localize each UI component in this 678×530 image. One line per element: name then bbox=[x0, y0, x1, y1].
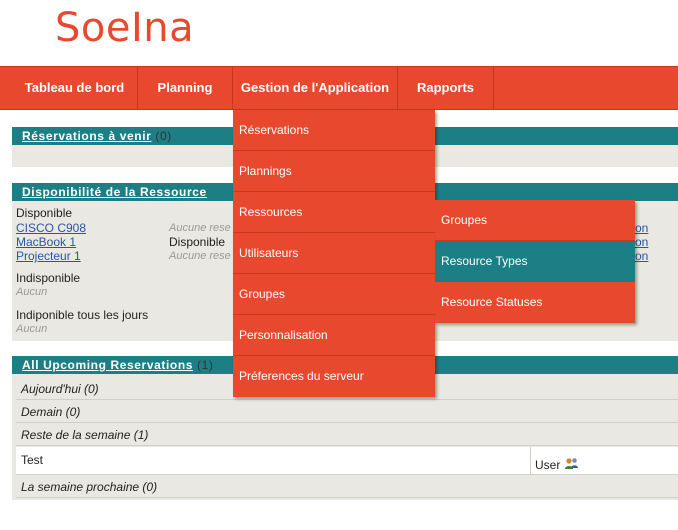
nav-dashboard[interactable]: Tableau de bord bbox=[12, 67, 138, 109]
app-management-dropdown: Réservations Plannings Ressources Utilis… bbox=[233, 110, 435, 397]
resource-right-link-3[interactable]: on bbox=[635, 249, 648, 263]
upcoming-row-next-week: La semaine prochaine (0) bbox=[16, 476, 678, 498]
available-label: Disponible bbox=[16, 206, 73, 220]
upcoming-row-tomorrow: Demain (0) bbox=[16, 401, 678, 423]
upcoming-row-rest-of-week: Reste de la semaine (1) bbox=[16, 424, 678, 446]
reservation-user-label: User bbox=[535, 458, 561, 472]
submenu-item-groups[interactable]: Groupes bbox=[435, 200, 635, 241]
menu-item-groups[interactable]: Groupes bbox=[233, 274, 435, 315]
row-divider bbox=[530, 447, 531, 475]
upcoming-reservations-title[interactable]: Réservations à venir bbox=[22, 129, 151, 143]
all-day-label: Indiponible tous les jours bbox=[16, 308, 149, 322]
main-nav: Tableau de bord Planning Gestion de l'Ap… bbox=[0, 66, 678, 110]
nav-app-management[interactable]: Gestion de l'Application bbox=[233, 67, 398, 109]
reservation-user: User bbox=[535, 457, 579, 472]
users-icon bbox=[564, 458, 579, 472]
resource-note-2: Disponible bbox=[169, 235, 226, 249]
unavailable-value: Aucun bbox=[16, 286, 48, 298]
resources-submenu: Groupes Resource Types Resource Statuses bbox=[435, 200, 635, 323]
resource-right-link-1[interactable]: on bbox=[635, 221, 648, 235]
menu-item-users[interactable]: Utilisateurs bbox=[233, 233, 435, 274]
submenu-item-resource-statuses[interactable]: Resource Statuses bbox=[435, 282, 635, 323]
unavailable-label: Indisponible bbox=[16, 271, 81, 285]
menu-item-reservations[interactable]: Réservations bbox=[233, 110, 435, 151]
menu-item-resources[interactable]: Ressources bbox=[233, 192, 435, 233]
nav-reports[interactable]: Rapports bbox=[398, 67, 494, 109]
resource-note-1: Aucune rese bbox=[169, 222, 231, 234]
resource-link-projector[interactable]: Projecteur 1 bbox=[16, 249, 81, 263]
app-logo[interactable]: SoeIna bbox=[55, 4, 194, 52]
resource-right-link-2[interactable]: on bbox=[635, 235, 648, 249]
all-upcoming-count: (1) bbox=[196, 358, 214, 372]
reservation-title[interactable]: Test bbox=[21, 453, 43, 467]
resource-link-cisco[interactable]: CISCO C908 bbox=[16, 221, 86, 235]
menu-item-server-preferences[interactable]: Préferences du serveur bbox=[233, 356, 435, 397]
submenu-item-resource-types[interactable]: Resource Types bbox=[435, 241, 635, 282]
all-day-value: Aucun bbox=[16, 323, 48, 335]
menu-item-customization[interactable]: Personnalisation bbox=[233, 315, 435, 356]
availability-title[interactable]: Disponibilité de la Ressource bbox=[22, 185, 207, 199]
upcoming-reservations-count: (0) bbox=[155, 129, 172, 143]
nav-planning[interactable]: Planning bbox=[138, 67, 233, 109]
resource-link-macbook[interactable]: MacBook 1 bbox=[16, 235, 76, 249]
resource-note-3: Aucune rese bbox=[169, 250, 231, 262]
all-upcoming-title[interactable]: All Upcoming Reservations bbox=[22, 358, 193, 372]
reservation-row-test[interactable]: Test bbox=[16, 447, 678, 475]
menu-item-plannings[interactable]: Plannings bbox=[233, 151, 435, 192]
